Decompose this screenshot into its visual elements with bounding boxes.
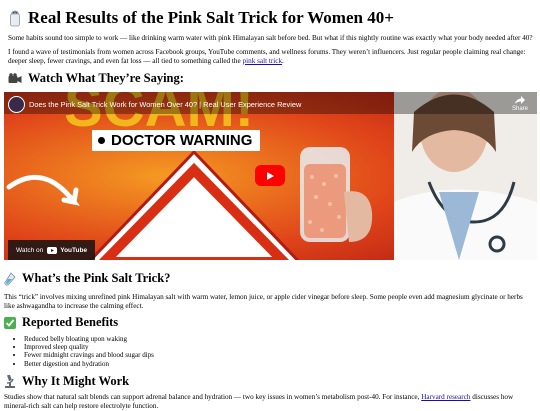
what-heading: What’s the Pink Salt Trick? (4, 271, 533, 286)
list-item: Reduced belly bloating upon waking (24, 335, 540, 343)
watch-heading: Watch What They’re Saying: (8, 71, 537, 86)
check-mark-icon (4, 316, 16, 329)
intro-paragraph-1: Some habits sound too simple to work — l… (8, 34, 533, 42)
why-heading: Why It Might Work (4, 374, 533, 389)
channel-avatar[interactable] (8, 96, 25, 113)
pink-salt-trick-link[interactable]: pink salt trick (243, 57, 283, 65)
harvard-research-link[interactable]: Harvard research (421, 393, 470, 401)
microscope-icon (4, 375, 16, 388)
what-paragraph: This “trick” involves mixing unrefined p… (4, 293, 523, 310)
test-tube-icon (4, 271, 16, 286)
movie-camera-icon (8, 72, 22, 85)
page-title: Real Results of the Pink Salt Trick for … (8, 8, 394, 28)
share-arrow-icon (514, 96, 525, 104)
why-heading-text: Why It Might Work (22, 374, 130, 388)
play-button[interactable] (255, 165, 285, 186)
why-paragraph-start: Studies show that natural salt blends ca… (4, 393, 422, 401)
play-icon (267, 171, 274, 180)
page-title-text: Real Results of the Pink Salt Trick for … (28, 8, 394, 27)
watch-heading-text: Watch What They’re Saying: (28, 71, 184, 85)
doctor-warning-text: DOCTOR WARNING (111, 132, 253, 149)
benefits-heading: Reported Benefits (4, 315, 533, 330)
list-item: Fewer midnight cravings and blood sugar … (24, 351, 540, 359)
intro-paragraph-2: I found a wave of testimonials from wome… (8, 48, 537, 66)
intro-paragraph-2-end: . (282, 57, 284, 65)
list-item: Better digestion and hydration (24, 360, 540, 368)
youtube-logo-icon (47, 246, 58, 254)
salt-shaker-icon (8, 9, 22, 27)
share-button[interactable]: Share (512, 96, 528, 112)
why-paragraph: Studies show that natural salt blends ca… (4, 393, 533, 411)
list-item: Improved sleep quality (24, 343, 540, 351)
watch-on-label: Watch on (16, 246, 44, 254)
watch-on-youtube-button[interactable]: Watch on YouTube (8, 240, 96, 260)
benefits-list: Reduced belly bloating upon waking Impro… (4, 335, 540, 368)
doctor-warning-banner: DOCTOR WARNING (92, 130, 261, 151)
youtube-label: YouTube (60, 246, 88, 254)
benefits-heading-text: Reported Benefits (22, 315, 119, 329)
what-heading-text: What’s the Pink Salt Trick? (22, 271, 171, 285)
bullet-dot-icon (98, 137, 105, 144)
share-label: Share (511, 106, 528, 112)
video-title[interactable]: Does the Pink Salt Trick Work for Women … (29, 100, 301, 109)
